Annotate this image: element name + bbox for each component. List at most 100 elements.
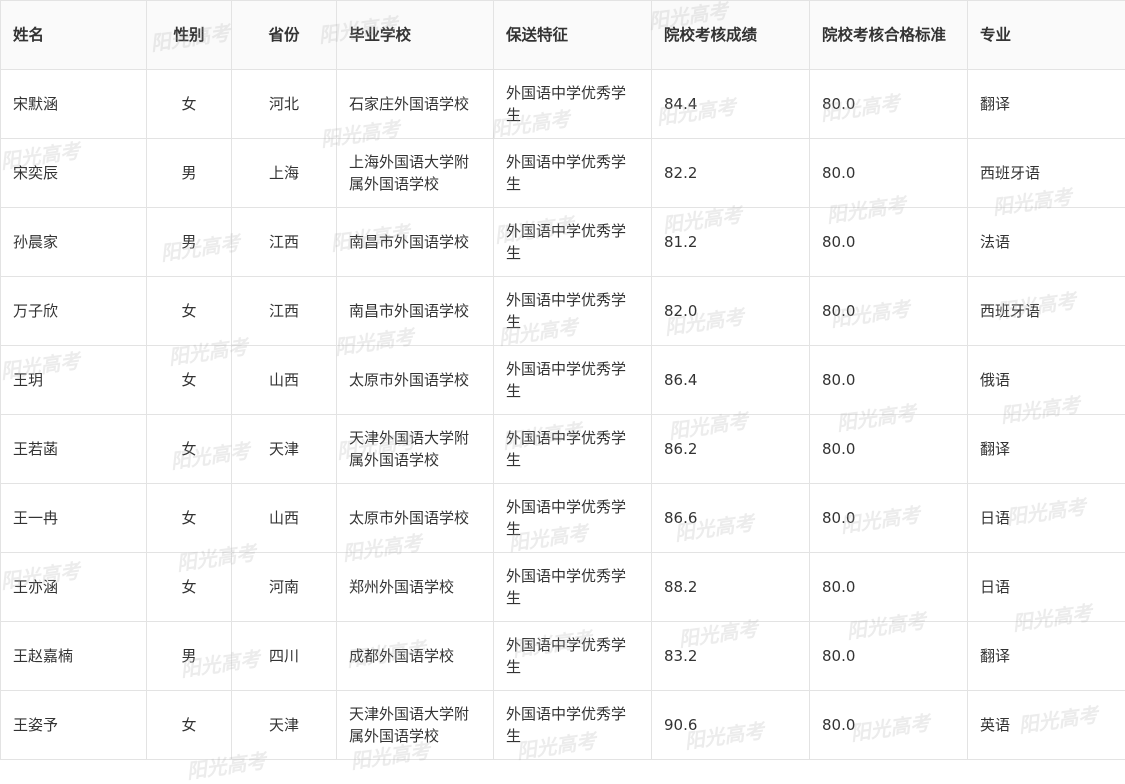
cell-score: 81.2 bbox=[652, 208, 810, 277]
cell-standard: 80.0 bbox=[810, 277, 968, 346]
cell-province: 天津 bbox=[232, 415, 337, 484]
cell-feature: 外国语中学优秀学生 bbox=[494, 346, 652, 415]
table-body: 宋默涵女河北石家庄外国语学校外国语中学优秀学生84.480.0翻译宋奕辰男上海上… bbox=[1, 70, 1125, 760]
cell-standard: 80.0 bbox=[810, 415, 968, 484]
cell-score: 84.4 bbox=[652, 70, 810, 139]
cell-name: 宋默涵 bbox=[1, 70, 147, 139]
cell-name: 王若菡 bbox=[1, 415, 147, 484]
header-score: 院校考核成绩 bbox=[652, 1, 810, 70]
cell-school: 南昌市外国语学校 bbox=[337, 208, 494, 277]
cell-major: 法语 bbox=[968, 208, 1125, 277]
cell-feature: 外国语中学优秀学生 bbox=[494, 415, 652, 484]
table-row: 宋默涵女河北石家庄外国语学校外国语中学优秀学生84.480.0翻译 bbox=[1, 70, 1125, 139]
table-row: 王亦涵女河南郑州外国语学校外国语中学优秀学生88.280.0日语 bbox=[1, 553, 1125, 622]
cell-standard: 80.0 bbox=[810, 70, 968, 139]
header-school: 毕业学校 bbox=[337, 1, 494, 70]
cell-gender: 女 bbox=[147, 277, 232, 346]
cell-major: 翻译 bbox=[968, 415, 1125, 484]
cell-score: 86.6 bbox=[652, 484, 810, 553]
table-row: 王赵嘉楠男四川成都外国语学校外国语中学优秀学生83.280.0翻译 bbox=[1, 622, 1125, 691]
cell-score: 82.0 bbox=[652, 277, 810, 346]
cell-standard: 80.0 bbox=[810, 691, 968, 760]
cell-major: 翻译 bbox=[968, 622, 1125, 691]
cell-name: 王玥 bbox=[1, 346, 147, 415]
cell-school: 石家庄外国语学校 bbox=[337, 70, 494, 139]
cell-major: 翻译 bbox=[968, 70, 1125, 139]
cell-standard: 80.0 bbox=[810, 622, 968, 691]
cell-feature: 外国语中学优秀学生 bbox=[494, 553, 652, 622]
cell-feature: 外国语中学优秀学生 bbox=[494, 484, 652, 553]
cell-major: 日语 bbox=[968, 553, 1125, 622]
cell-gender: 男 bbox=[147, 208, 232, 277]
cell-gender: 女 bbox=[147, 484, 232, 553]
cell-score: 86.2 bbox=[652, 415, 810, 484]
cell-standard: 80.0 bbox=[810, 208, 968, 277]
cell-province: 四川 bbox=[232, 622, 337, 691]
cell-major: 俄语 bbox=[968, 346, 1125, 415]
cell-gender: 女 bbox=[147, 553, 232, 622]
cell-name: 宋奕辰 bbox=[1, 139, 147, 208]
cell-score: 86.4 bbox=[652, 346, 810, 415]
cell-gender: 男 bbox=[147, 139, 232, 208]
cell-standard: 80.0 bbox=[810, 553, 968, 622]
cell-feature: 外国语中学优秀学生 bbox=[494, 277, 652, 346]
admission-table: 姓名 性别 省份 毕业学校 保送特征 院校考核成绩 院校考核合格标准 专业 宋默… bbox=[0, 0, 1125, 760]
table-row: 王姿予女天津天津外国语大学附属外国语学校外国语中学优秀学生90.680.0英语 bbox=[1, 691, 1125, 760]
cell-gender: 女 bbox=[147, 691, 232, 760]
cell-name: 王一冉 bbox=[1, 484, 147, 553]
cell-feature: 外国语中学优秀学生 bbox=[494, 622, 652, 691]
table-row: 万子欣女江西南昌市外国语学校外国语中学优秀学生82.080.0西班牙语 bbox=[1, 277, 1125, 346]
cell-major: 英语 bbox=[968, 691, 1125, 760]
cell-gender: 男 bbox=[147, 622, 232, 691]
cell-name: 万子欣 bbox=[1, 277, 147, 346]
cell-score: 83.2 bbox=[652, 622, 810, 691]
cell-province: 河北 bbox=[232, 70, 337, 139]
cell-school: 南昌市外国语学校 bbox=[337, 277, 494, 346]
cell-feature: 外国语中学优秀学生 bbox=[494, 208, 652, 277]
header-feature: 保送特征 bbox=[494, 1, 652, 70]
cell-school: 太原市外国语学校 bbox=[337, 484, 494, 553]
cell-province: 山西 bbox=[232, 484, 337, 553]
cell-province: 天津 bbox=[232, 691, 337, 760]
table-row: 王一冉女山西太原市外国语学校外国语中学优秀学生86.680.0日语 bbox=[1, 484, 1125, 553]
cell-standard: 80.0 bbox=[810, 346, 968, 415]
cell-major: 西班牙语 bbox=[968, 277, 1125, 346]
cell-province: 江西 bbox=[232, 277, 337, 346]
table-row: 王若菡女天津天津外国语大学附属外国语学校外国语中学优秀学生86.280.0翻译 bbox=[1, 415, 1125, 484]
cell-school: 太原市外国语学校 bbox=[337, 346, 494, 415]
table-row: 王玥女山西太原市外国语学校外国语中学优秀学生86.480.0俄语 bbox=[1, 346, 1125, 415]
table-row: 宋奕辰男上海上海外国语大学附属外国语学校外国语中学优秀学生82.280.0西班牙… bbox=[1, 139, 1125, 208]
header-name: 姓名 bbox=[1, 1, 147, 70]
cell-standard: 80.0 bbox=[810, 484, 968, 553]
cell-province: 山西 bbox=[232, 346, 337, 415]
cell-name: 王赵嘉楠 bbox=[1, 622, 147, 691]
header-row: 姓名 性别 省份 毕业学校 保送特征 院校考核成绩 院校考核合格标准 专业 bbox=[1, 1, 1125, 70]
cell-school: 成都外国语学校 bbox=[337, 622, 494, 691]
cell-province: 江西 bbox=[232, 208, 337, 277]
cell-score: 90.6 bbox=[652, 691, 810, 760]
table-header: 姓名 性别 省份 毕业学校 保送特征 院校考核成绩 院校考核合格标准 专业 bbox=[1, 1, 1125, 70]
cell-province: 河南 bbox=[232, 553, 337, 622]
cell-gender: 女 bbox=[147, 70, 232, 139]
header-province: 省份 bbox=[232, 1, 337, 70]
cell-name: 王亦涵 bbox=[1, 553, 147, 622]
cell-score: 82.2 bbox=[652, 139, 810, 208]
cell-school: 郑州外国语学校 bbox=[337, 553, 494, 622]
cell-school: 天津外国语大学附属外国语学校 bbox=[337, 691, 494, 760]
cell-standard: 80.0 bbox=[810, 139, 968, 208]
cell-school: 上海外国语大学附属外国语学校 bbox=[337, 139, 494, 208]
header-major: 专业 bbox=[968, 1, 1125, 70]
cell-name: 孙晨家 bbox=[1, 208, 147, 277]
cell-gender: 女 bbox=[147, 346, 232, 415]
cell-major: 西班牙语 bbox=[968, 139, 1125, 208]
cell-major: 日语 bbox=[968, 484, 1125, 553]
header-gender: 性别 bbox=[147, 1, 232, 70]
header-standard: 院校考核合格标准 bbox=[810, 1, 968, 70]
table-row: 孙晨家男江西南昌市外国语学校外国语中学优秀学生81.280.0法语 bbox=[1, 208, 1125, 277]
cell-province: 上海 bbox=[232, 139, 337, 208]
cell-school: 天津外国语大学附属外国语学校 bbox=[337, 415, 494, 484]
cell-feature: 外国语中学优秀学生 bbox=[494, 139, 652, 208]
cell-feature: 外国语中学优秀学生 bbox=[494, 691, 652, 760]
cell-gender: 女 bbox=[147, 415, 232, 484]
cell-score: 88.2 bbox=[652, 553, 810, 622]
